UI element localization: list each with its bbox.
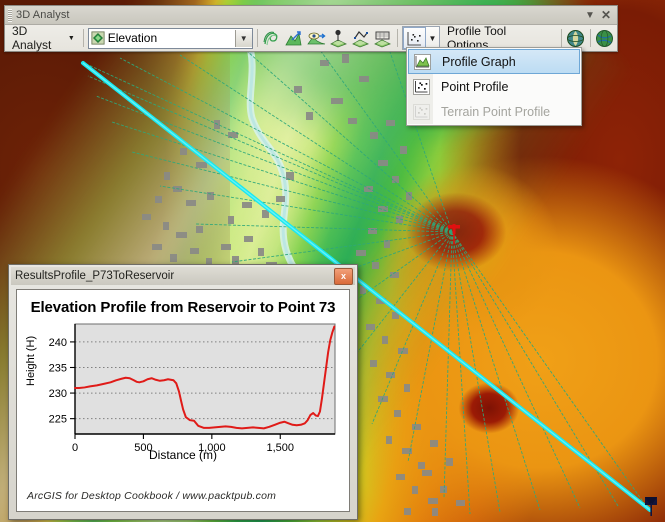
toolbar-divider: [589, 29, 591, 47]
close-icon[interactable]: x: [334, 267, 353, 285]
chevron-down-icon: ▼: [67, 34, 75, 42]
steepest-path-icon[interactable]: [284, 27, 304, 49]
toolbar-title: 3D Analyst: [16, 9, 70, 21]
chart-footer-credit: ArcGIS for Desktop Cookbook / www.packtp…: [27, 490, 277, 502]
create-profile-area-icon[interactable]: [373, 27, 393, 49]
toolbar-divider: [560, 29, 562, 47]
create-profile-point-icon[interactable]: [328, 27, 348, 49]
menu-item-profile-graph[interactable]: Profile Graph: [408, 49, 580, 74]
3d-analyst-toolbar[interactable]: 3D Analyst ▼ ✕ 3D Analyst ▼ Elevation ▼: [4, 5, 618, 52]
toolbar-divider: [397, 29, 398, 47]
menu-item-label: Terrain Point Profile: [441, 104, 551, 119]
menu-item-terrain-point-profile: Terrain Point Profile: [408, 99, 580, 124]
interpolate-line-icon[interactable]: [262, 27, 282, 49]
toolbar-divider: [82, 29, 84, 47]
chevron-down-icon[interactable]: ▼: [426, 28, 439, 48]
scatter-chart-icon: [411, 77, 432, 97]
profile-graph-body: Elevation Profile from Reservoir to Poin…: [16, 289, 350, 512]
toolbar-titlebar[interactable]: 3D Analyst ▼ ✕: [5, 6, 617, 25]
menu-item-label: Profile Graph: [442, 54, 516, 69]
close-icon[interactable]: ✕: [598, 8, 614, 22]
layer-diamond-icon: [91, 31, 105, 45]
chart-title: Elevation Profile from Reservoir to Poin…: [30, 299, 336, 316]
arcscene-icon[interactable]: [595, 27, 615, 49]
create-profile-line-icon[interactable]: [351, 27, 371, 49]
chevron-down-icon[interactable]: ▼: [582, 8, 598, 22]
profile-window-title: ResultsProfile_P73ToReservoir: [15, 270, 175, 282]
toolbar-grip-handle[interactable]: [8, 8, 12, 22]
chart-area: Height (H) 225 230 235 240 0 500 1,000 1,500 Di…: [17, 320, 349, 470]
menu-item-label: Point Profile: [441, 79, 509, 94]
profile-tool-dropdown-menu[interactable]: Profile Graph Point Profile Terrain Poin…: [406, 47, 582, 126]
chevron-down-icon[interactable]: ▼: [234, 29, 252, 47]
layer-select-value: Elevation: [107, 31, 158, 45]
profile-window-titlebar[interactable]: ResultsProfile_P73ToReservoir x: [11, 267, 355, 285]
arcglobe-icon[interactable]: [566, 27, 586, 49]
y-tick-label: 240: [49, 337, 67, 349]
y-tick-label: 230: [49, 388, 67, 400]
layer-select[interactable]: Elevation ▼: [87, 27, 253, 49]
profile-graph-window[interactable]: ResultsProfile_P73ToReservoir x Elevatio…: [8, 264, 358, 520]
profile-points-icon[interactable]: [402, 27, 426, 49]
toolbar-divider: [256, 29, 258, 47]
3d-analyst-menu-button[interactable]: 3D Analyst ▼: [7, 22, 79, 54]
menu-item-point-profile[interactable]: Point Profile: [408, 74, 580, 99]
chart-ylabel: Height (H): [25, 335, 37, 386]
scatter-chart-dim-icon: [411, 102, 432, 122]
area-chart-icon: [412, 52, 433, 72]
y-tick-label: 235: [49, 362, 67, 374]
line-of-sight-icon[interactable]: [306, 27, 326, 49]
y-tick-label: 225: [49, 414, 67, 426]
plot-background: [74, 323, 336, 435]
3d-analyst-menu-label: 3D Analyst: [12, 24, 52, 52]
chart-xlabel: Distance (m): [148, 448, 217, 462]
